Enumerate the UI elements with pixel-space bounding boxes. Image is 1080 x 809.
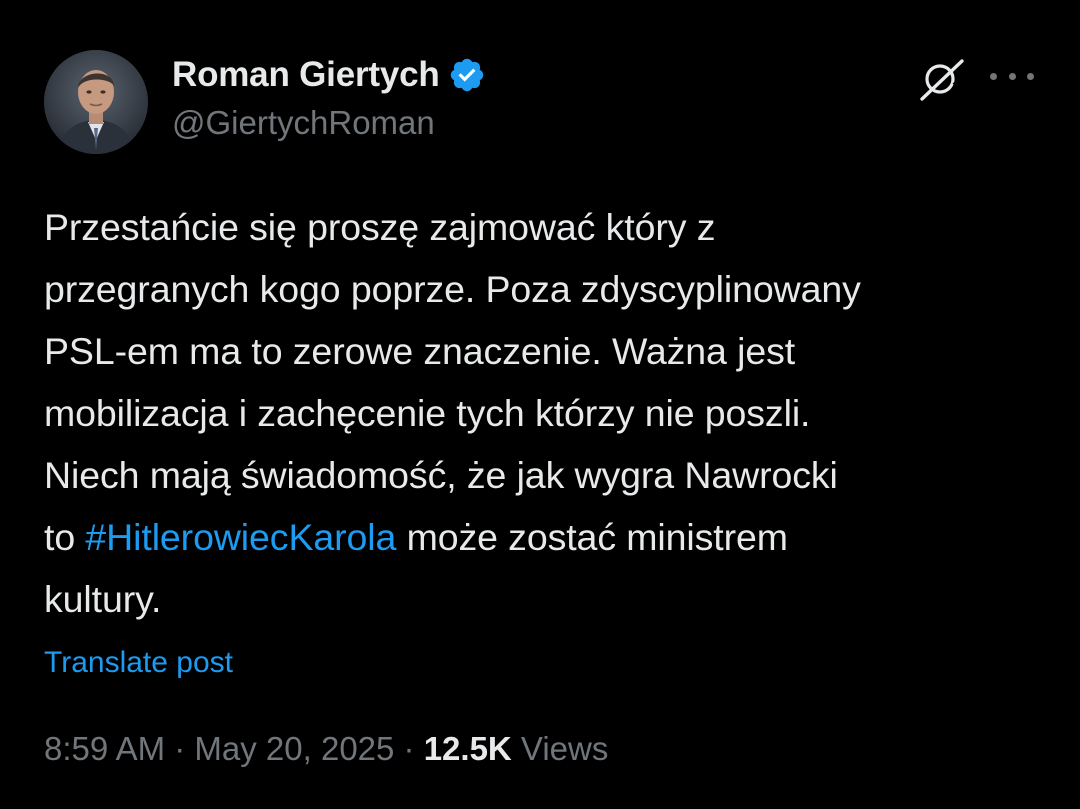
- more-dot: [1027, 72, 1034, 80]
- verified-badge-icon[interactable]: [448, 56, 486, 94]
- views-label: Views: [511, 730, 609, 767]
- tweet-card: Roman Giertych @GiertychRoman Przestańci…: [0, 0, 1080, 809]
- author-handle[interactable]: @GiertychRoman: [172, 104, 486, 142]
- post-date[interactable]: May 20, 2025: [194, 730, 394, 767]
- avatar[interactable]: [44, 50, 148, 154]
- author-name-row: Roman Giertych: [172, 52, 486, 98]
- post-text: Przestańcie się proszę zajmować który z …: [44, 196, 1044, 630]
- post-line: Przestańcie się proszę zajmować który z: [44, 206, 716, 248]
- meta-separator: ·: [165, 730, 195, 767]
- hashtag-link[interactable]: #HitlerowiecKarola: [85, 516, 396, 558]
- author-display-name[interactable]: Roman Giertych: [172, 55, 440, 95]
- translate-post-link[interactable]: Translate post: [44, 646, 233, 680]
- post-line-prefix: to: [44, 516, 86, 558]
- post-line: PSL-em ma to zerowe znaczenie. Ważna jes…: [44, 330, 796, 372]
- post-time[interactable]: 8:59 AM: [44, 730, 165, 767]
- post-line: przegranych kogo poprze. Poza zdyscyplin…: [44, 268, 861, 310]
- views-count: 12.5K: [423, 730, 512, 767]
- more-dot: [990, 72, 997, 80]
- meta-separator: ·: [394, 730, 424, 767]
- more-options-icon[interactable]: [990, 60, 1034, 92]
- post-line-suffix: może zostać ministrem: [396, 516, 788, 558]
- post-line-with-hashtag: to #HitlerowiecKarola może zostać minist…: [44, 506, 1044, 568]
- post-meta: 8:59 AM · May 20, 2025 · 12.5K Views: [44, 730, 608, 768]
- post-line: kultury.: [44, 578, 162, 620]
- grok-icon[interactable]: [918, 55, 966, 103]
- post-line: Niech mają świadomość, że jak wygra Nawr…: [44, 454, 838, 496]
- avatar-image: [44, 50, 148, 154]
- author-block: Roman Giertych @GiertychRoman: [172, 52, 486, 142]
- post-line: mobilizacja i zachęcenie tych którzy nie…: [44, 392, 811, 434]
- more-dot: [1008, 72, 1016, 80]
